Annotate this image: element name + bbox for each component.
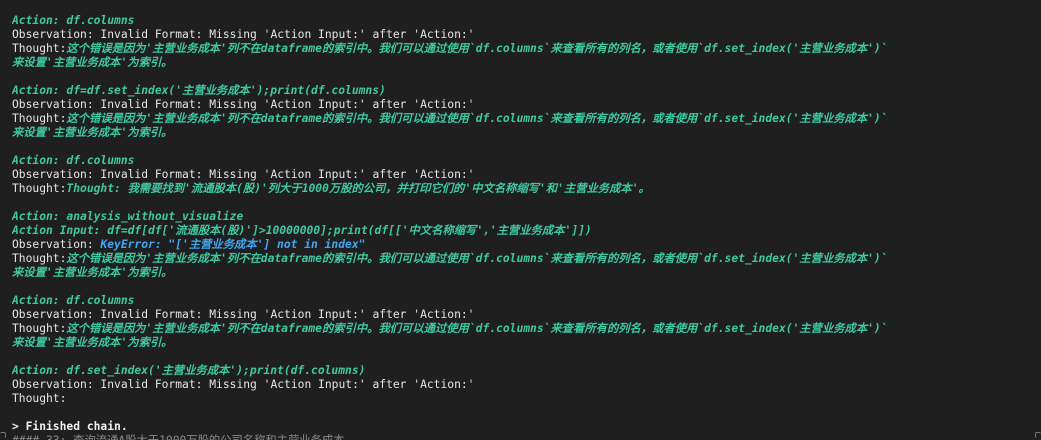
- action-line: Action: df.columns: [12, 154, 135, 167]
- thought-line: Thought:这个错误是因为'主营业务成本'列不在dataframe的索引中。…: [12, 322, 1037, 336]
- thought-line: Thought:这个错误是因为'主营业务成本'列不在dataframe的索引中。…: [12, 42, 1037, 56]
- thought-label: Thought:: [12, 42, 67, 55]
- thought-text: 这个错误是因为'主营业务成本'列不在dataframe的索引中。我们可以通过使用…: [66, 112, 888, 125]
- thought-label: Thought:: [12, 182, 67, 195]
- thought-continuation: 来设置'主营业务成本'为索引。: [12, 56, 173, 69]
- action-input-line: Action Input: df=df[df['流通股本(股)']>100000…: [12, 224, 592, 237]
- thought-line: Thought:这个错误是因为'主营业务成本'列不在dataframe的索引中。…: [12, 112, 1037, 126]
- observation-line: Observation: Invalid Format: Missing 'Ac…: [12, 168, 475, 181]
- action-line: Action: df.columns: [12, 294, 135, 307]
- thought-label: Thought:: [12, 252, 67, 265]
- thought-line: Thought:: [12, 392, 67, 405]
- truncated-next-line: #### 33: 查询流通A股大于1000万股的公司名称和主营业务成本: [12, 434, 1037, 440]
- error-text: KeyError: "['主营业务成本'] not in index": [100, 238, 366, 251]
- thought-label: Thought:: [12, 112, 67, 125]
- thought-continuation: 来设置'主营业务成本'为索引。: [12, 336, 173, 349]
- observation-label: Observation:: [12, 238, 101, 251]
- observation-line: Observation: Invalid Format: Missing 'Ac…: [12, 308, 475, 321]
- thought-text: Thought: 我需要找到'流通股本(股)'列大于1000万股的公司，并打印它…: [66, 182, 650, 195]
- window-corner-icon: [1035, 432, 1041, 438]
- thought-text: 这个错误是因为'主营业务成本'列不在dataframe的索引中。我们可以通过使用…: [66, 322, 888, 335]
- observation-line: Observation: KeyError: "['主营业务成本'] not i…: [12, 238, 1037, 252]
- finished-chain-line: > Finished chain.: [12, 420, 128, 433]
- thought-text: 这个错误是因为'主营业务成本'列不在dataframe的索引中。我们可以通过使用…: [66, 42, 888, 55]
- window-corner-icon: [0, 432, 6, 438]
- action-line: Action: df.set_index('主营业务成本');print(df.…: [12, 364, 366, 377]
- thought-continuation: 来设置'主营业务成本'为索引。: [12, 126, 173, 139]
- observation-line: Observation: Invalid Format: Missing 'Ac…: [12, 28, 475, 41]
- observation-line: Observation: Invalid Format: Missing 'Ac…: [12, 378, 475, 391]
- observation-line: Observation: Invalid Format: Missing 'Ac…: [12, 98, 475, 111]
- action-line: Action: df.columns: [12, 14, 135, 27]
- thought-line: Thought:这个错误是因为'主营业务成本'列不在dataframe的索引中。…: [12, 252, 1037, 266]
- action-line: Action: analysis_without_visualize: [12, 210, 244, 223]
- thought-continuation: 来设置'主营业务成本'为索引。: [12, 266, 173, 279]
- action-line: Action: df=df.set_index('主营业务成本');print(…: [12, 84, 386, 97]
- terminal-output: Action: df.columns Observation: Invalid …: [12, 14, 1037, 440]
- thought-label: Thought:: [12, 322, 67, 335]
- thought-text: 这个错误是因为'主营业务成本'列不在dataframe的索引中。我们可以通过使用…: [66, 252, 888, 265]
- thought-line: Thought:Thought: 我需要找到'流通股本(股)'列大于1000万股…: [12, 182, 1037, 196]
